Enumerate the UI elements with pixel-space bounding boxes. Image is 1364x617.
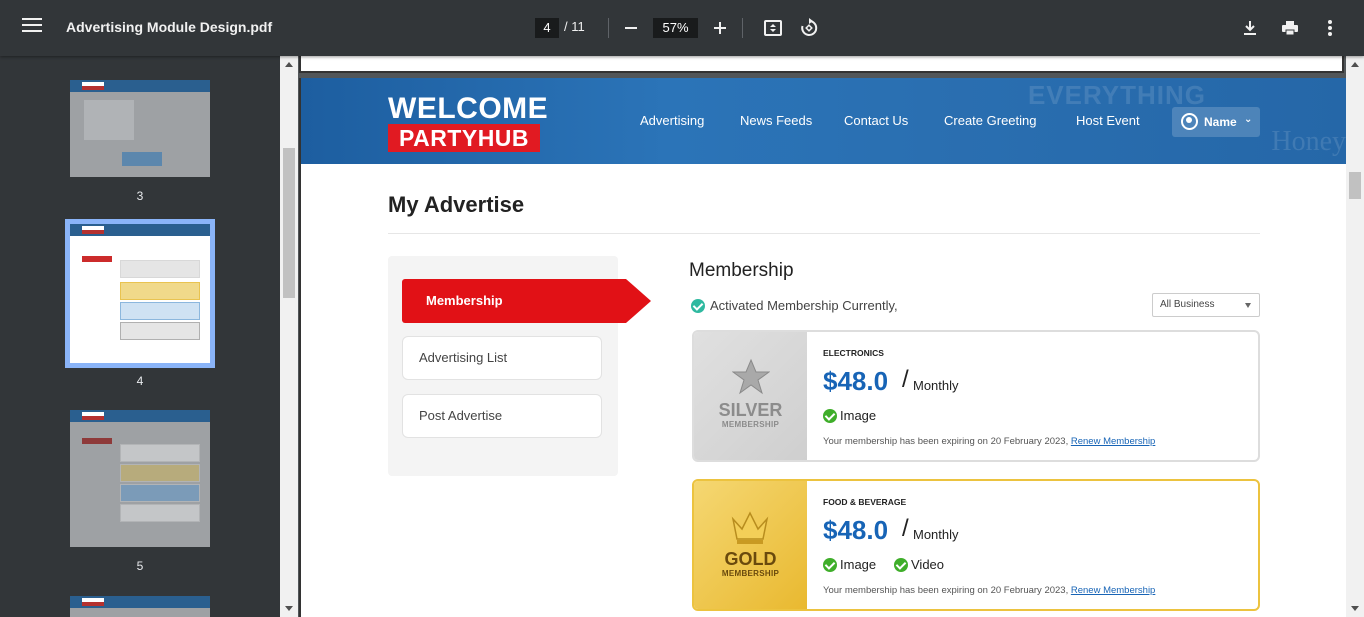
zoom-in-button[interactable] — [708, 16, 732, 40]
section-title: Membership — [689, 260, 794, 281]
price-separator: / — [902, 515, 909, 542]
user-menu-button[interactable]: Name ⌄ — [1172, 107, 1260, 137]
toolbar-divider — [742, 18, 743, 38]
thumbnail-sidebar: 3 4 5 — [0, 56, 280, 617]
more-actions-button[interactable] — [1318, 16, 1342, 40]
thumbnail-label: 4 — [136, 374, 144, 388]
expiry-note: Your membership has been expiring on 20 … — [823, 585, 1155, 596]
document-title: Advertising Module Design.pdf — [66, 19, 273, 35]
membership-status: Activated Membership Currently, — [710, 298, 898, 313]
check-icon — [894, 558, 908, 572]
thumbnail-label: 5 — [136, 559, 144, 573]
price-separator: / — [902, 366, 909, 393]
expiry-note: Your membership has been expiring on 20 … — [823, 436, 1155, 447]
zoom-out-button[interactable] — [619, 16, 643, 40]
expiry-text: Your membership has been expiring on 20 … — [823, 436, 1069, 447]
scroll-down-icon[interactable] — [285, 606, 293, 611]
previous-page-edge — [299, 56, 1344, 73]
feature-image: Image — [840, 408, 877, 423]
check-circle-icon — [691, 299, 705, 313]
site-header: EVERYTHING Honey WELCOME PARTYHUB Advert… — [301, 78, 1346, 164]
tier-name: SILVER — [718, 400, 783, 420]
fit-page-button[interactable] — [761, 16, 785, 40]
silver-badge: SILVER MEMBERSHIP — [694, 332, 807, 460]
side-menu-post-advertise[interactable]: Post Advertise — [402, 394, 602, 438]
membership-card-silver: SILVER MEMBERSHIP ELECTRONICS $48.0 / Mo… — [692, 330, 1260, 462]
plus-icon — [714, 22, 726, 34]
page-total: / 11 — [564, 19, 585, 34]
document-scrollbar[interactable] — [1346, 56, 1364, 617]
star-icon — [732, 358, 770, 395]
renew-membership-link[interactable]: Renew Membership — [1071, 585, 1155, 596]
side-menu-membership[interactable]: Membership — [402, 279, 651, 323]
gold-badge: GOLD MEMBERSHIP — [694, 481, 807, 609]
menu-icon[interactable] — [22, 18, 42, 38]
page-thumbnail-5[interactable] — [70, 410, 210, 547]
print-button[interactable] — [1278, 16, 1302, 40]
page-title: My Advertise — [388, 192, 525, 217]
scroll-down-icon[interactable] — [1351, 606, 1359, 611]
chevron-down-icon: ⌄ — [1244, 114, 1253, 125]
card-price: $48.0 — [823, 515, 889, 545]
rotate-button[interactable] — [797, 16, 821, 40]
caret-down-icon — [1245, 303, 1251, 308]
side-menu-advertising-list[interactable]: Advertising List — [402, 336, 602, 380]
filter-value: All Business — [1160, 299, 1215, 310]
card-period: Monthly — [913, 378, 959, 393]
nav-advertising[interactable]: Advertising — [640, 113, 704, 128]
rotate-icon — [801, 18, 818, 36]
sidebar-scrollbar[interactable] — [280, 56, 298, 617]
header-bg-text: Honey — [1271, 126, 1346, 157]
printer-icon — [1282, 21, 1298, 36]
tier-sub: MEMBERSHIP — [721, 420, 780, 429]
feature-video: Video — [911, 557, 945, 572]
more-vert-icon — [1328, 20, 1332, 36]
user-avatar-icon — [1181, 113, 1198, 130]
page-number-input[interactable]: 4 — [535, 18, 559, 38]
download-button[interactable] — [1238, 16, 1262, 40]
expiry-text: Your membership has been expiring on 20 … — [823, 585, 1069, 596]
zoom-input[interactable]: 57% — [653, 18, 698, 38]
crown-icon — [731, 511, 769, 544]
card-category: ELECTRONICS — [823, 348, 884, 358]
check-icon — [823, 558, 837, 572]
nav-host-event[interactable]: Host Event — [1076, 113, 1140, 128]
nav-contact-us[interactable]: Contact Us — [844, 113, 908, 128]
card-period: Monthly — [913, 527, 959, 542]
divider — [388, 233, 1260, 234]
feature-image: Image — [840, 557, 877, 572]
minus-icon — [625, 27, 637, 29]
pdf-page: EVERYTHING Honey WELCOME PARTYHUB Advert… — [299, 78, 1346, 617]
nav-create-greeting[interactable]: Create Greeting — [944, 113, 1037, 128]
user-name: Name — [1204, 115, 1237, 129]
scroll-up-icon[interactable] — [285, 62, 293, 67]
tier-name: GOLD — [724, 549, 777, 569]
check-icon — [823, 409, 837, 423]
page-thumbnail-6[interactable] — [70, 596, 210, 617]
business-filter-select[interactable]: All Business — [1152, 293, 1260, 317]
download-icon — [1244, 21, 1256, 35]
renew-membership-link[interactable]: Renew Membership — [1071, 436, 1155, 447]
logo-welcome: WELCOME — [388, 92, 549, 125]
card-category: FOOD & BEVERAGE — [823, 497, 907, 507]
logo-partyhub: PARTYHUB — [388, 124, 540, 152]
scroll-up-icon[interactable] — [1351, 62, 1359, 67]
thumbnail-label: 3 — [136, 189, 144, 203]
page-thumbnail-3[interactable] — [70, 80, 210, 177]
card-price: $48.0 — [823, 366, 889, 396]
scrollbar-thumb[interactable] — [1349, 172, 1361, 199]
tier-sub: MEMBERSHIP — [721, 569, 780, 578]
membership-card-gold: GOLD MEMBERSHIP FOOD & BEVERAGE $48.0 / … — [692, 479, 1260, 611]
nav-news-feeds[interactable]: News Feeds — [740, 113, 812, 128]
toolbar-divider — [608, 18, 609, 38]
page-thumbnail-4[interactable] — [65, 219, 215, 368]
scrollbar-thumb[interactable] — [283, 148, 295, 298]
document-viewport: EVERYTHING Honey WELCOME PARTYHUB Advert… — [299, 56, 1346, 617]
pdf-toolbar: Advertising Module Design.pdf 4 / 11 57% — [0, 0, 1364, 56]
fit-to-page-icon — [764, 20, 782, 36]
